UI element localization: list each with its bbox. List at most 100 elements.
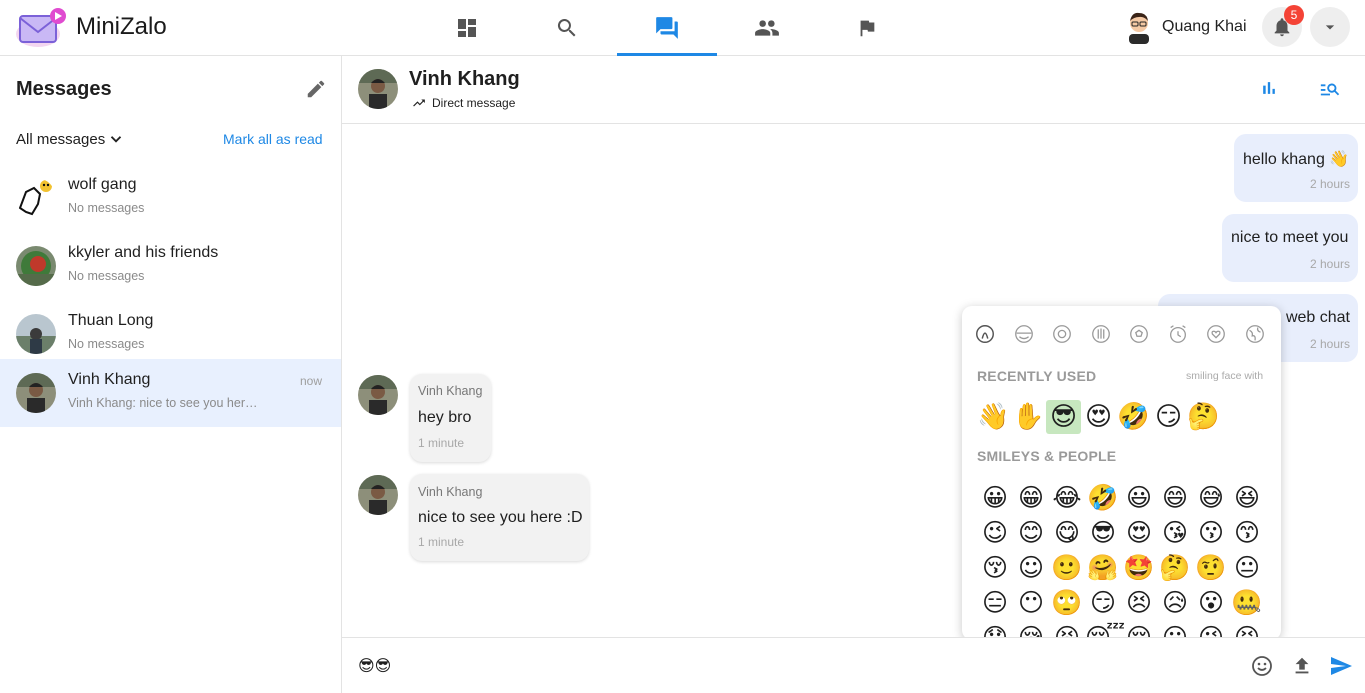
nav-reports[interactable] — [817, 0, 917, 56]
emoji-button[interactable]: 🤗 — [1085, 550, 1121, 585]
bar-chart-icon — [1263, 82, 1275, 94]
emoji-button[interactable]: 😅 — [1193, 480, 1229, 515]
nav-messages[interactable] — [617, 0, 717, 56]
emoji-button[interactable]: 😀 — [977, 480, 1013, 515]
user-profile[interactable]: Quang Khai — [1124, 10, 1247, 44]
emoji-button[interactable]: 😍 — [1081, 400, 1116, 434]
outgoing-message[interactable]: hello khang 👋 2 hours — [1234, 134, 1358, 202]
message-text: web chat — [1285, 309, 1350, 326]
emoji-button[interactable]: 😉 — [977, 515, 1013, 550]
message-sender: Vinh Khang — [418, 485, 483, 499]
send-button[interactable] — [1329, 654, 1353, 683]
emoji-button[interactable]: 😆 — [1229, 480, 1265, 515]
chat-stats-button[interactable] — [1259, 78, 1279, 103]
emoji-button[interactable]: 😄 — [1157, 480, 1193, 515]
tab-recent[interactable] — [974, 322, 1013, 346]
emoji-button[interactable]: 😐 — [1229, 550, 1265, 585]
mark-all-read-link[interactable]: Mark all as read — [223, 131, 323, 147]
emoji-button[interactable]: 🤩 — [1121, 550, 1157, 585]
conversation-item[interactable]: wolf gang No messages — [0, 164, 341, 232]
emoji-button[interactable]: ✋ — [1011, 400, 1046, 434]
incoming-message[interactable]: Vinh Khang hey bro 1 minute — [410, 374, 491, 462]
emoji-button[interactable]: 😃 — [1121, 480, 1157, 515]
emoji-button[interactable]: 🙄 — [1049, 585, 1085, 620]
chat-type-label: Direct message — [432, 96, 516, 110]
emoji-button[interactable]: 🤐 — [1229, 585, 1265, 620]
app-logo-icon[interactable] — [14, 6, 68, 50]
emoji-button[interactable]: 😎 — [1085, 515, 1121, 550]
tab-flags[interactable] — [1244, 322, 1282, 346]
chat-search-button[interactable] — [1318, 78, 1342, 105]
emoji-button[interactable]: 😚 — [977, 550, 1013, 585]
message-time: 2 hours — [1309, 337, 1350, 351]
emoji-button[interactable] — [1250, 654, 1274, 683]
upload-button[interactable] — [1291, 655, 1313, 682]
emoji-hover-preview: smiling face with — [1186, 370, 1264, 382]
tab-smileys[interactable] — [1013, 322, 1052, 346]
tab-symbols[interactable] — [1205, 322, 1244, 346]
message-time: 1 minute — [418, 535, 465, 549]
nav-dashboard[interactable] — [417, 0, 517, 56]
emoji-icon — [1252, 656, 1272, 676]
emoji-button[interactable]: 😊 — [1013, 515, 1049, 550]
search-icon — [557, 19, 576, 37]
account-menu-button[interactable] — [1310, 7, 1350, 47]
tab-animals[interactable] — [1051, 322, 1090, 346]
tab-travel[interactable] — [1167, 322, 1206, 346]
emoji-button[interactable]: 🤔 — [1157, 550, 1193, 585]
chat-title: Vinh Khang — [409, 68, 520, 90]
conversation-name: Vinh Khang — [68, 371, 151, 388]
notifications-button[interactable]: 5 — [1262, 5, 1304, 47]
conversation-preview: No messages — [68, 337, 145, 351]
conversation-name: kkyler and his friends — [68, 244, 219, 261]
tab-activity[interactable] — [1128, 322, 1167, 346]
emoji-button[interactable]: 😏 — [1085, 585, 1121, 620]
nav-search[interactable] — [517, 0, 617, 56]
tab-food[interactable] — [1090, 322, 1129, 346]
message-text: nice to meet you — [1231, 229, 1349, 246]
app-title: MiniZalo — [76, 13, 167, 40]
emoji-button[interactable]: 😥 — [1157, 585, 1193, 620]
globe-icon — [1245, 325, 1264, 343]
emoji-button[interactable]: 😘 — [1157, 515, 1193, 550]
emoji-category-bar — [974, 322, 1281, 346]
message-text: hello khang 👋 — [1243, 151, 1350, 168]
incoming-message[interactable]: Vinh Khang nice to see you here :D 1 min… — [410, 474, 589, 561]
emoji-button[interactable]: 😶 — [1013, 585, 1049, 620]
emoji-button[interactable]: 😑 — [977, 585, 1013, 620]
emoji-button-highlighted[interactable]: 😎 — [1046, 400, 1081, 434]
emoji-button[interactable]: 😂 — [1049, 480, 1085, 515]
emoji-button[interactable]: 😗 — [1193, 515, 1229, 550]
emoji-button[interactable]: 😏 — [1151, 400, 1186, 434]
emoji-button[interactable]: 😋 — [1049, 515, 1085, 550]
emoji-button[interactable]: 🤨 — [1193, 550, 1229, 585]
dashboard-icon — [458, 19, 476, 37]
emoji-button[interactable]: 👋 — [976, 400, 1011, 434]
top-bar: MiniZalo Quang Khai 5 — [0, 0, 1365, 56]
manage-search-icon — [1320, 83, 1340, 96]
emoji-button[interactable]: 😙 — [1229, 515, 1265, 550]
emoji-button[interactable]: 🤣 — [1085, 480, 1121, 515]
conversation-name: Thuan Long — [68, 312, 154, 329]
avatar — [358, 475, 398, 515]
conversation-item[interactable]: kkyler and his friends No messages — [0, 232, 341, 300]
message-filter-dropdown[interactable]: All messages — [16, 130, 125, 148]
message-sender: Vinh Khang — [418, 384, 483, 398]
outgoing-message[interactable]: nice to meet you 2 hours — [1222, 214, 1358, 282]
nav-friends[interactable] — [717, 0, 817, 56]
emoji-button[interactable]: 🤣 — [1116, 400, 1151, 434]
sidebar-title: Messages — [16, 78, 112, 100]
emoji-button[interactable]: 🙂 — [1049, 550, 1085, 585]
new-message-button[interactable] — [305, 78, 327, 105]
conversation-item-active[interactable]: Vinh Khang Vinh Khang: nice to see you h… — [0, 359, 341, 427]
emoji-button[interactable]: 😣 — [1121, 585, 1157, 620]
emoji-button[interactable]: 🤔 — [1186, 400, 1221, 434]
emoji-button[interactable]: 😁 — [1013, 480, 1049, 515]
conversation-item[interactable]: Thuan Long No messages — [0, 300, 341, 368]
arrow-drop-down-icon — [1325, 25, 1335, 30]
emoji-button[interactable]: 😍 — [1121, 515, 1157, 550]
message-input[interactable]: 😎😎 — [358, 656, 391, 675]
emoji-button[interactable]: 😮 — [1193, 585, 1229, 620]
people-icon — [755, 20, 779, 36]
emoji-button[interactable]: ☺ — [1013, 550, 1049, 585]
